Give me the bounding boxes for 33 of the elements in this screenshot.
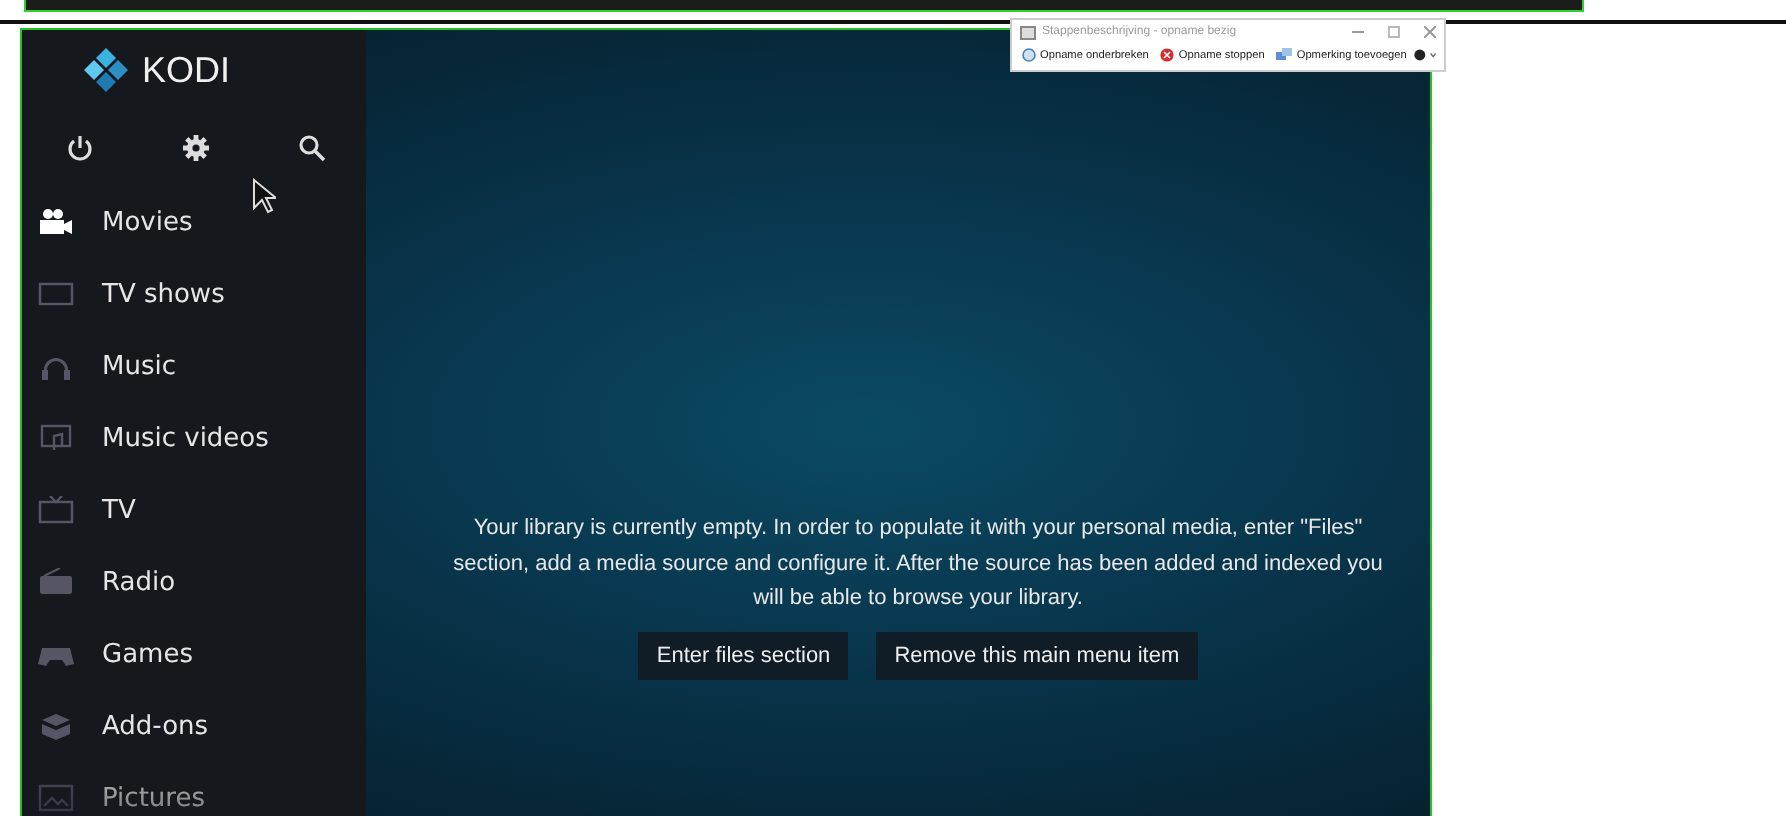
headphones-icon (38, 352, 74, 380)
camera-icon (38, 208, 74, 236)
pause-icon (1022, 48, 1036, 62)
power-icon[interactable] (66, 134, 94, 162)
comment-icon (1276, 48, 1293, 62)
search-icon[interactable] (298, 134, 326, 162)
enter-files-button[interactable]: Enter files section (638, 631, 849, 679)
menu-item[interactable]: Radio (22, 546, 366, 618)
box-icon (38, 712, 74, 740)
logo-icon (82, 46, 130, 94)
radio-icon (38, 568, 74, 596)
minimize-icon[interactable] (1352, 26, 1364, 38)
help-icon[interactable] (1414, 48, 1438, 62)
cursor-icon (252, 178, 276, 214)
menu-item[interactable]: TV (22, 474, 366, 546)
settings-icon[interactable] (182, 134, 210, 162)
menu-item[interactable]: Pictures (22, 762, 366, 816)
app-logo: KODI (142, 49, 231, 91)
stop-icon (1160, 48, 1175, 62)
close-icon[interactable] (1424, 26, 1436, 38)
menu-item[interactable]: Games (22, 618, 366, 690)
menu-item[interactable]: Add-ons (22, 690, 366, 762)
menu-item[interactable]: TV shows (22, 258, 366, 330)
menu-item[interactable]: Music videos (22, 402, 366, 474)
picture-icon (38, 784, 74, 812)
menu-item[interactable]: Music (22, 330, 366, 402)
tv-icon (38, 496, 74, 524)
monitor-icon (38, 280, 74, 308)
remove-menu-item-button[interactable]: Remove this main menu item (876, 631, 1198, 679)
app-icon (1020, 25, 1036, 39)
empty-library-message: Your library is currently empty. In order to populate it with your personal media, enter "Files" section, add a media source and configure it. After the source has been added and indexed you will be able to browse your library. (451, 514, 1385, 614)
menu-item[interactable]: Movies (22, 186, 366, 258)
music-video-icon (38, 424, 74, 452)
